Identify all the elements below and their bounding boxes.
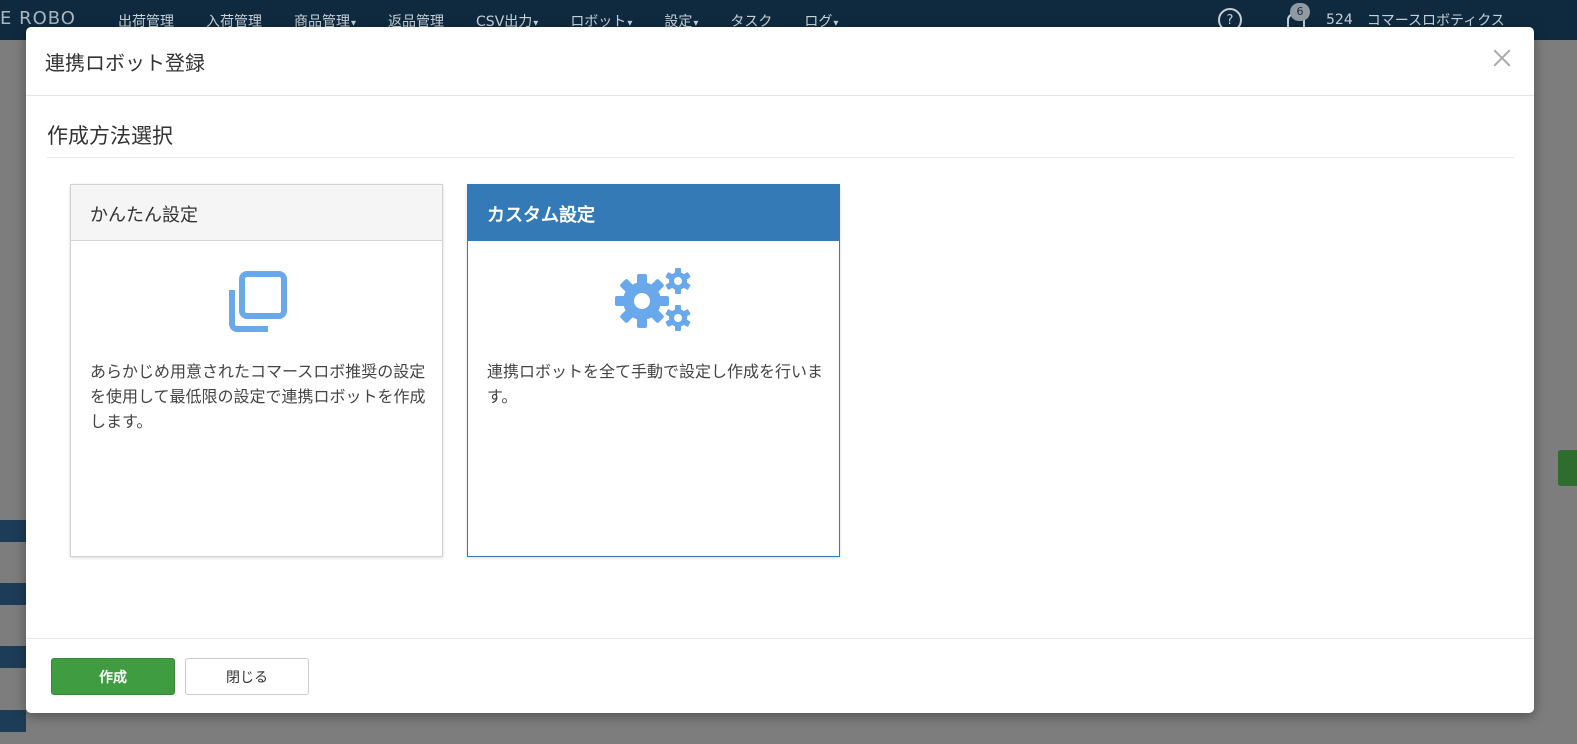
brand-logo[interactable]: E ROBO bbox=[0, 8, 76, 29]
robot-registration-modal: 連携ロボット登録 作成方法選択 かんたん設定 あらかじめ用意されたコマースロボ推… bbox=[26, 27, 1534, 713]
section-title: 作成方法選択 bbox=[47, 124, 173, 148]
bg-tag bbox=[0, 710, 26, 732]
org-id: 524 bbox=[1326, 12, 1353, 28]
close-button[interactable]: 閉じる bbox=[185, 658, 309, 695]
create-button[interactable]: 作成 bbox=[51, 658, 175, 695]
card-description: あらかじめ用意されたコマースロボ推奨の設定を使用して最低限の設定で連携ロボットを… bbox=[90, 362, 426, 431]
card-title: カスタム設定 bbox=[487, 205, 595, 226]
card-header: かんたん設定 bbox=[71, 185, 442, 241]
bg-tag bbox=[0, 520, 26, 542]
close-icon[interactable] bbox=[1488, 44, 1516, 72]
bg-tag bbox=[0, 646, 26, 668]
gears-icon bbox=[468, 267, 839, 337]
modal-title: 連携ロボット登録 bbox=[45, 51, 205, 75]
card-title: かんたん設定 bbox=[90, 205, 198, 226]
card-easy-setup[interactable]: かんたん設定 あらかじめ用意されたコマースロボ推奨の設定を使用して最低限の設定で… bbox=[70, 184, 443, 557]
copy-icon bbox=[71, 270, 442, 340]
section-divider bbox=[47, 157, 1514, 158]
card-header: カスタム設定 bbox=[468, 185, 839, 241]
modal-header: 連携ロボット登録 bbox=[26, 27, 1534, 96]
bg-tag bbox=[0, 583, 26, 605]
notification-badge: 6 bbox=[1290, 3, 1310, 21]
card-custom-setup[interactable]: カスタム設定 連携ロボットを全て手動で設定し作成を行います。 bbox=[467, 184, 840, 557]
card-description: 連携ロボットを全て手動で設定し作成を行います。 bbox=[487, 362, 824, 406]
modal-footer: 作成 閉じる bbox=[26, 638, 1534, 713]
bg-green-button bbox=[1558, 450, 1577, 486]
